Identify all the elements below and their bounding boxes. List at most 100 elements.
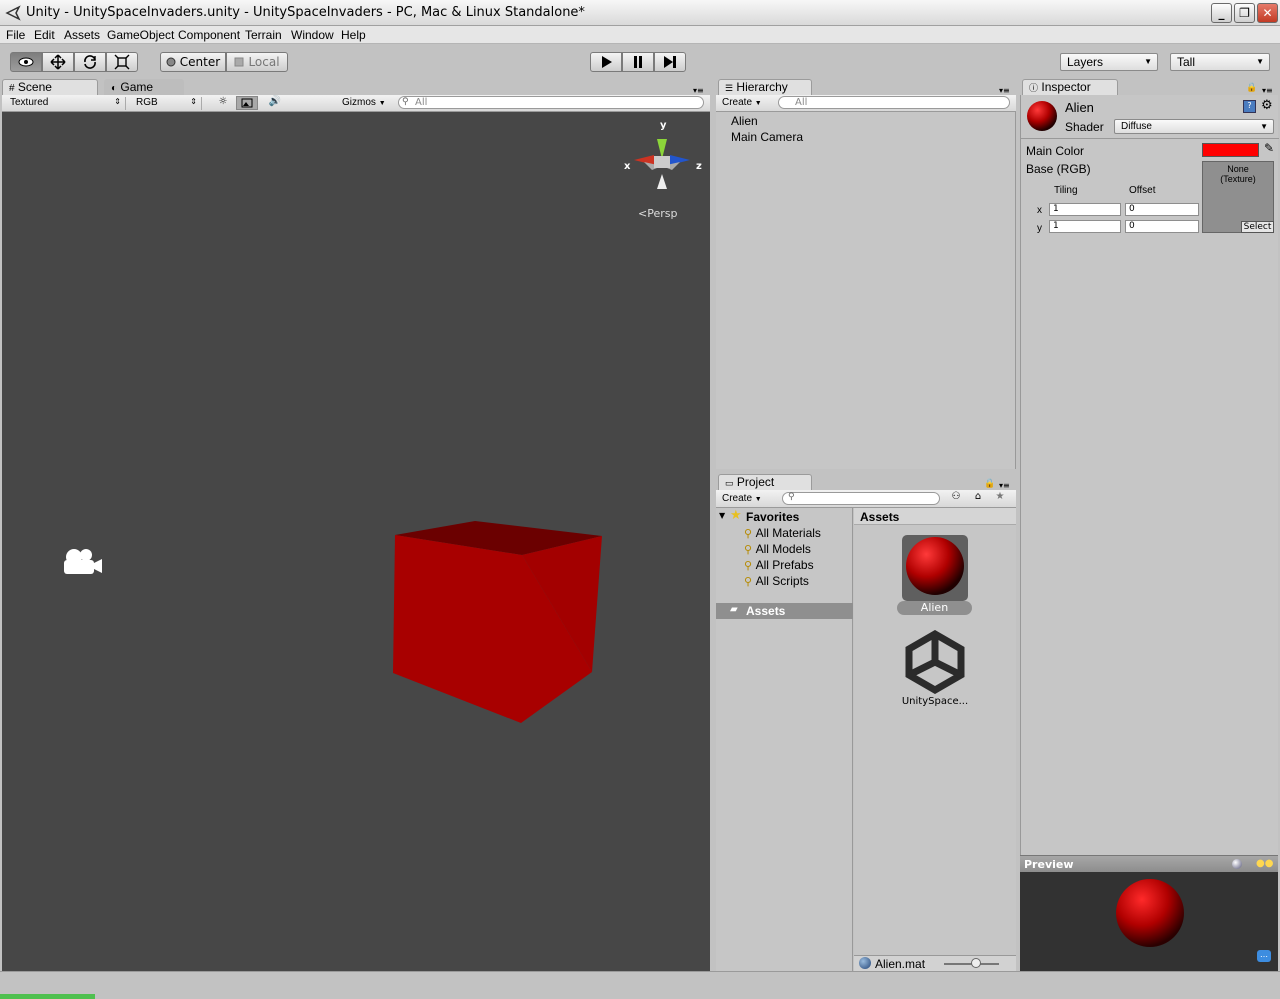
asset-alien-thumb[interactable] bbox=[902, 535, 968, 601]
material-preview[interactable]: … bbox=[1020, 872, 1278, 971]
pivot-center-button[interactable]: Center bbox=[160, 52, 226, 72]
favorite-item[interactable]: ⚲ All Models bbox=[744, 542, 811, 556]
tag-icon[interactable]: ⌂ bbox=[968, 491, 988, 506]
audio-toggle-icon[interactable]: 🔊 bbox=[264, 96, 286, 110]
pause-button[interactable] bbox=[622, 52, 654, 72]
menu-window[interactable]: Window bbox=[291, 28, 334, 42]
hierarchy-search-input[interactable]: All bbox=[778, 96, 1010, 109]
texture-slot[interactable]: None (Texture) Select bbox=[1202, 161, 1274, 233]
menu-component[interactable]: Component bbox=[178, 28, 240, 42]
layers-dropdown[interactable]: Layers ▼ bbox=[1060, 53, 1158, 71]
search-icon: ⚲ bbox=[744, 559, 753, 572]
view-tool-button[interactable] bbox=[10, 52, 42, 72]
axis-z-label: z bbox=[696, 161, 702, 172]
star-icon[interactable]: ★ bbox=[990, 491, 1010, 506]
persp-toggle[interactable]: <Persp bbox=[638, 207, 677, 220]
main-color-swatch[interactable] bbox=[1202, 143, 1259, 157]
tiling-y-field[interactable]: 1 bbox=[1049, 220, 1121, 233]
help-book-icon[interactable]: ? bbox=[1243, 100, 1256, 113]
menu-assets[interactable]: Assets bbox=[64, 28, 100, 42]
restore-button[interactable]: ❐ bbox=[1234, 3, 1255, 23]
minimize-button[interactable]: _ bbox=[1211, 3, 1232, 23]
unity-scene-icon[interactable] bbox=[903, 630, 967, 694]
search-icon: ⚲ bbox=[744, 543, 753, 556]
filter-type-icon[interactable]: ⚇ bbox=[946, 491, 966, 506]
base-texture-label: Base (RGB) bbox=[1026, 162, 1091, 176]
render-mode-dropdown[interactable]: Textured ⇕ bbox=[10, 97, 126, 110]
lighting-toggle-icon[interactable]: ☼ bbox=[212, 96, 234, 110]
close-button[interactable]: ✕ bbox=[1257, 3, 1278, 23]
texture-select-button[interactable]: Select bbox=[1241, 221, 1274, 233]
pivot-center-label: Center bbox=[179, 55, 221, 69]
menu-terrain[interactable]: Terrain bbox=[245, 28, 282, 42]
favorites-star-icon: ★ bbox=[730, 508, 742, 523]
scene-viewport[interactable]: y x z <Persp bbox=[2, 112, 710, 971]
play-button[interactable] bbox=[590, 52, 622, 72]
assets-header-label: Assets bbox=[860, 510, 900, 524]
lock-icon[interactable]: 🔒 bbox=[1246, 83, 1257, 93]
favorites-label[interactable]: Favorites bbox=[746, 510, 799, 524]
scale-tool-button[interactable] bbox=[106, 52, 138, 72]
project-create-dropdown[interactable]: Create ▼ bbox=[722, 493, 770, 504]
panel-menu-icon[interactable]: ▾≡ bbox=[999, 481, 1010, 490]
layout-dropdown[interactable]: Tall ▼ bbox=[1170, 53, 1270, 71]
channel-dropdown[interactable]: RGB ⇕ bbox=[136, 97, 202, 110]
preview-light-icon[interactable]: ●● bbox=[1256, 858, 1273, 869]
offset-x-field[interactable]: 0 bbox=[1125, 203, 1199, 216]
tab-inspector-label: Inspector bbox=[1041, 80, 1091, 94]
more-icon[interactable]: … bbox=[1257, 950, 1271, 962]
gizmos-dropdown[interactable]: Gizmos ▼ bbox=[342, 97, 392, 108]
menu-gameobject[interactable]: GameObject bbox=[107, 28, 174, 42]
tab-scene[interactable]: # Scene bbox=[2, 79, 98, 95]
gear-icon[interactable]: ⚙ bbox=[1261, 98, 1273, 113]
toolbar: Center Local Layers ▼ Tall ▼ bbox=[0, 44, 1280, 79]
favorite-item[interactable]: ⚲ All Prefabs bbox=[744, 558, 814, 572]
preview-label: Preview bbox=[1024, 858, 1074, 871]
asset-scene-label[interactable]: UnitySpace... bbox=[884, 696, 986, 707]
tab-project[interactable]: ▭ Project bbox=[718, 474, 812, 490]
tab-game-label: Game bbox=[120, 80, 154, 94]
inspector-body: Alien ? ⚙ Shader Diffuse ▼ Main Color ✎ … bbox=[1020, 95, 1279, 855]
divider bbox=[1021, 138, 1279, 139]
tab-hierarchy[interactable]: ☰ Hierarchy bbox=[718, 79, 812, 95]
shader-dropdown[interactable]: Diffuse ▼ bbox=[1114, 119, 1274, 134]
collapse-arrow-icon[interactable]: ▼ bbox=[719, 511, 725, 520]
assets-folder-row[interactable]: ▰ Assets bbox=[716, 603, 853, 619]
preview-mesh-icon[interactable] bbox=[1232, 859, 1242, 869]
layers-label: Layers bbox=[1067, 55, 1104, 69]
asset-alien-label[interactable]: Alien bbox=[897, 601, 972, 615]
favorite-item[interactable]: ⚲ All Scripts bbox=[744, 574, 809, 588]
shader-label: Shader bbox=[1065, 120, 1104, 134]
tab-inspector[interactable]: ⓘ Inspector bbox=[1022, 79, 1118, 95]
image-toggle-icon[interactable] bbox=[236, 96, 258, 110]
move-tool-button[interactable] bbox=[42, 52, 74, 72]
step-button[interactable] bbox=[654, 52, 686, 72]
tiling-x-field[interactable]: 1 bbox=[1049, 203, 1121, 216]
panel-menu-icon[interactable]: ▾≡ bbox=[999, 86, 1010, 95]
panel-menu-icon[interactable]: ▾≡ bbox=[693, 86, 704, 95]
slider-thumb[interactable] bbox=[971, 958, 981, 968]
menu-help[interactable]: Help bbox=[341, 28, 366, 42]
menu-file[interactable]: File bbox=[6, 28, 25, 42]
eyedropper-icon[interactable]: ✎ bbox=[1264, 141, 1274, 155]
scene-search-input[interactable]: All bbox=[398, 96, 704, 109]
panel-menu-icon[interactable]: ▾≡ bbox=[1262, 86, 1273, 95]
menu-edit[interactable]: Edit bbox=[34, 28, 55, 42]
preview-header: Preview ●● bbox=[1020, 855, 1278, 872]
hierarchy-item-main-camera[interactable]: Main Camera bbox=[731, 130, 803, 144]
pivot-local-button[interactable]: Local bbox=[226, 52, 288, 72]
hierarchy-item-alien[interactable]: Alien bbox=[731, 114, 758, 128]
assets-header: Assets bbox=[854, 508, 1016, 525]
rotate-tool-button[interactable] bbox=[74, 52, 106, 72]
render-mode-label: Textured bbox=[10, 97, 49, 108]
favorite-item[interactable]: ⚲ All Materials bbox=[744, 526, 821, 540]
lock-icon[interactable]: 🔒 bbox=[984, 479, 995, 489]
texture-type-label: (Texture) bbox=[1220, 174, 1256, 184]
hierarchy-create-dropdown[interactable]: Create ▼ bbox=[722, 97, 770, 108]
channel-label: RGB bbox=[136, 97, 158, 108]
favorite-label: All Prefabs bbox=[755, 558, 814, 572]
offset-y-field[interactable]: 0 bbox=[1125, 220, 1199, 233]
project-search-input[interactable] bbox=[782, 492, 940, 505]
chevron-down-icon: ▼ bbox=[378, 100, 386, 107]
tab-game[interactable]: ◐ Game bbox=[104, 79, 184, 95]
